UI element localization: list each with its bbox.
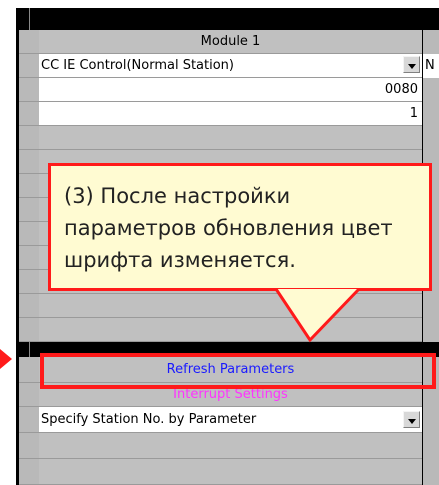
callout-tail xyxy=(274,287,361,343)
